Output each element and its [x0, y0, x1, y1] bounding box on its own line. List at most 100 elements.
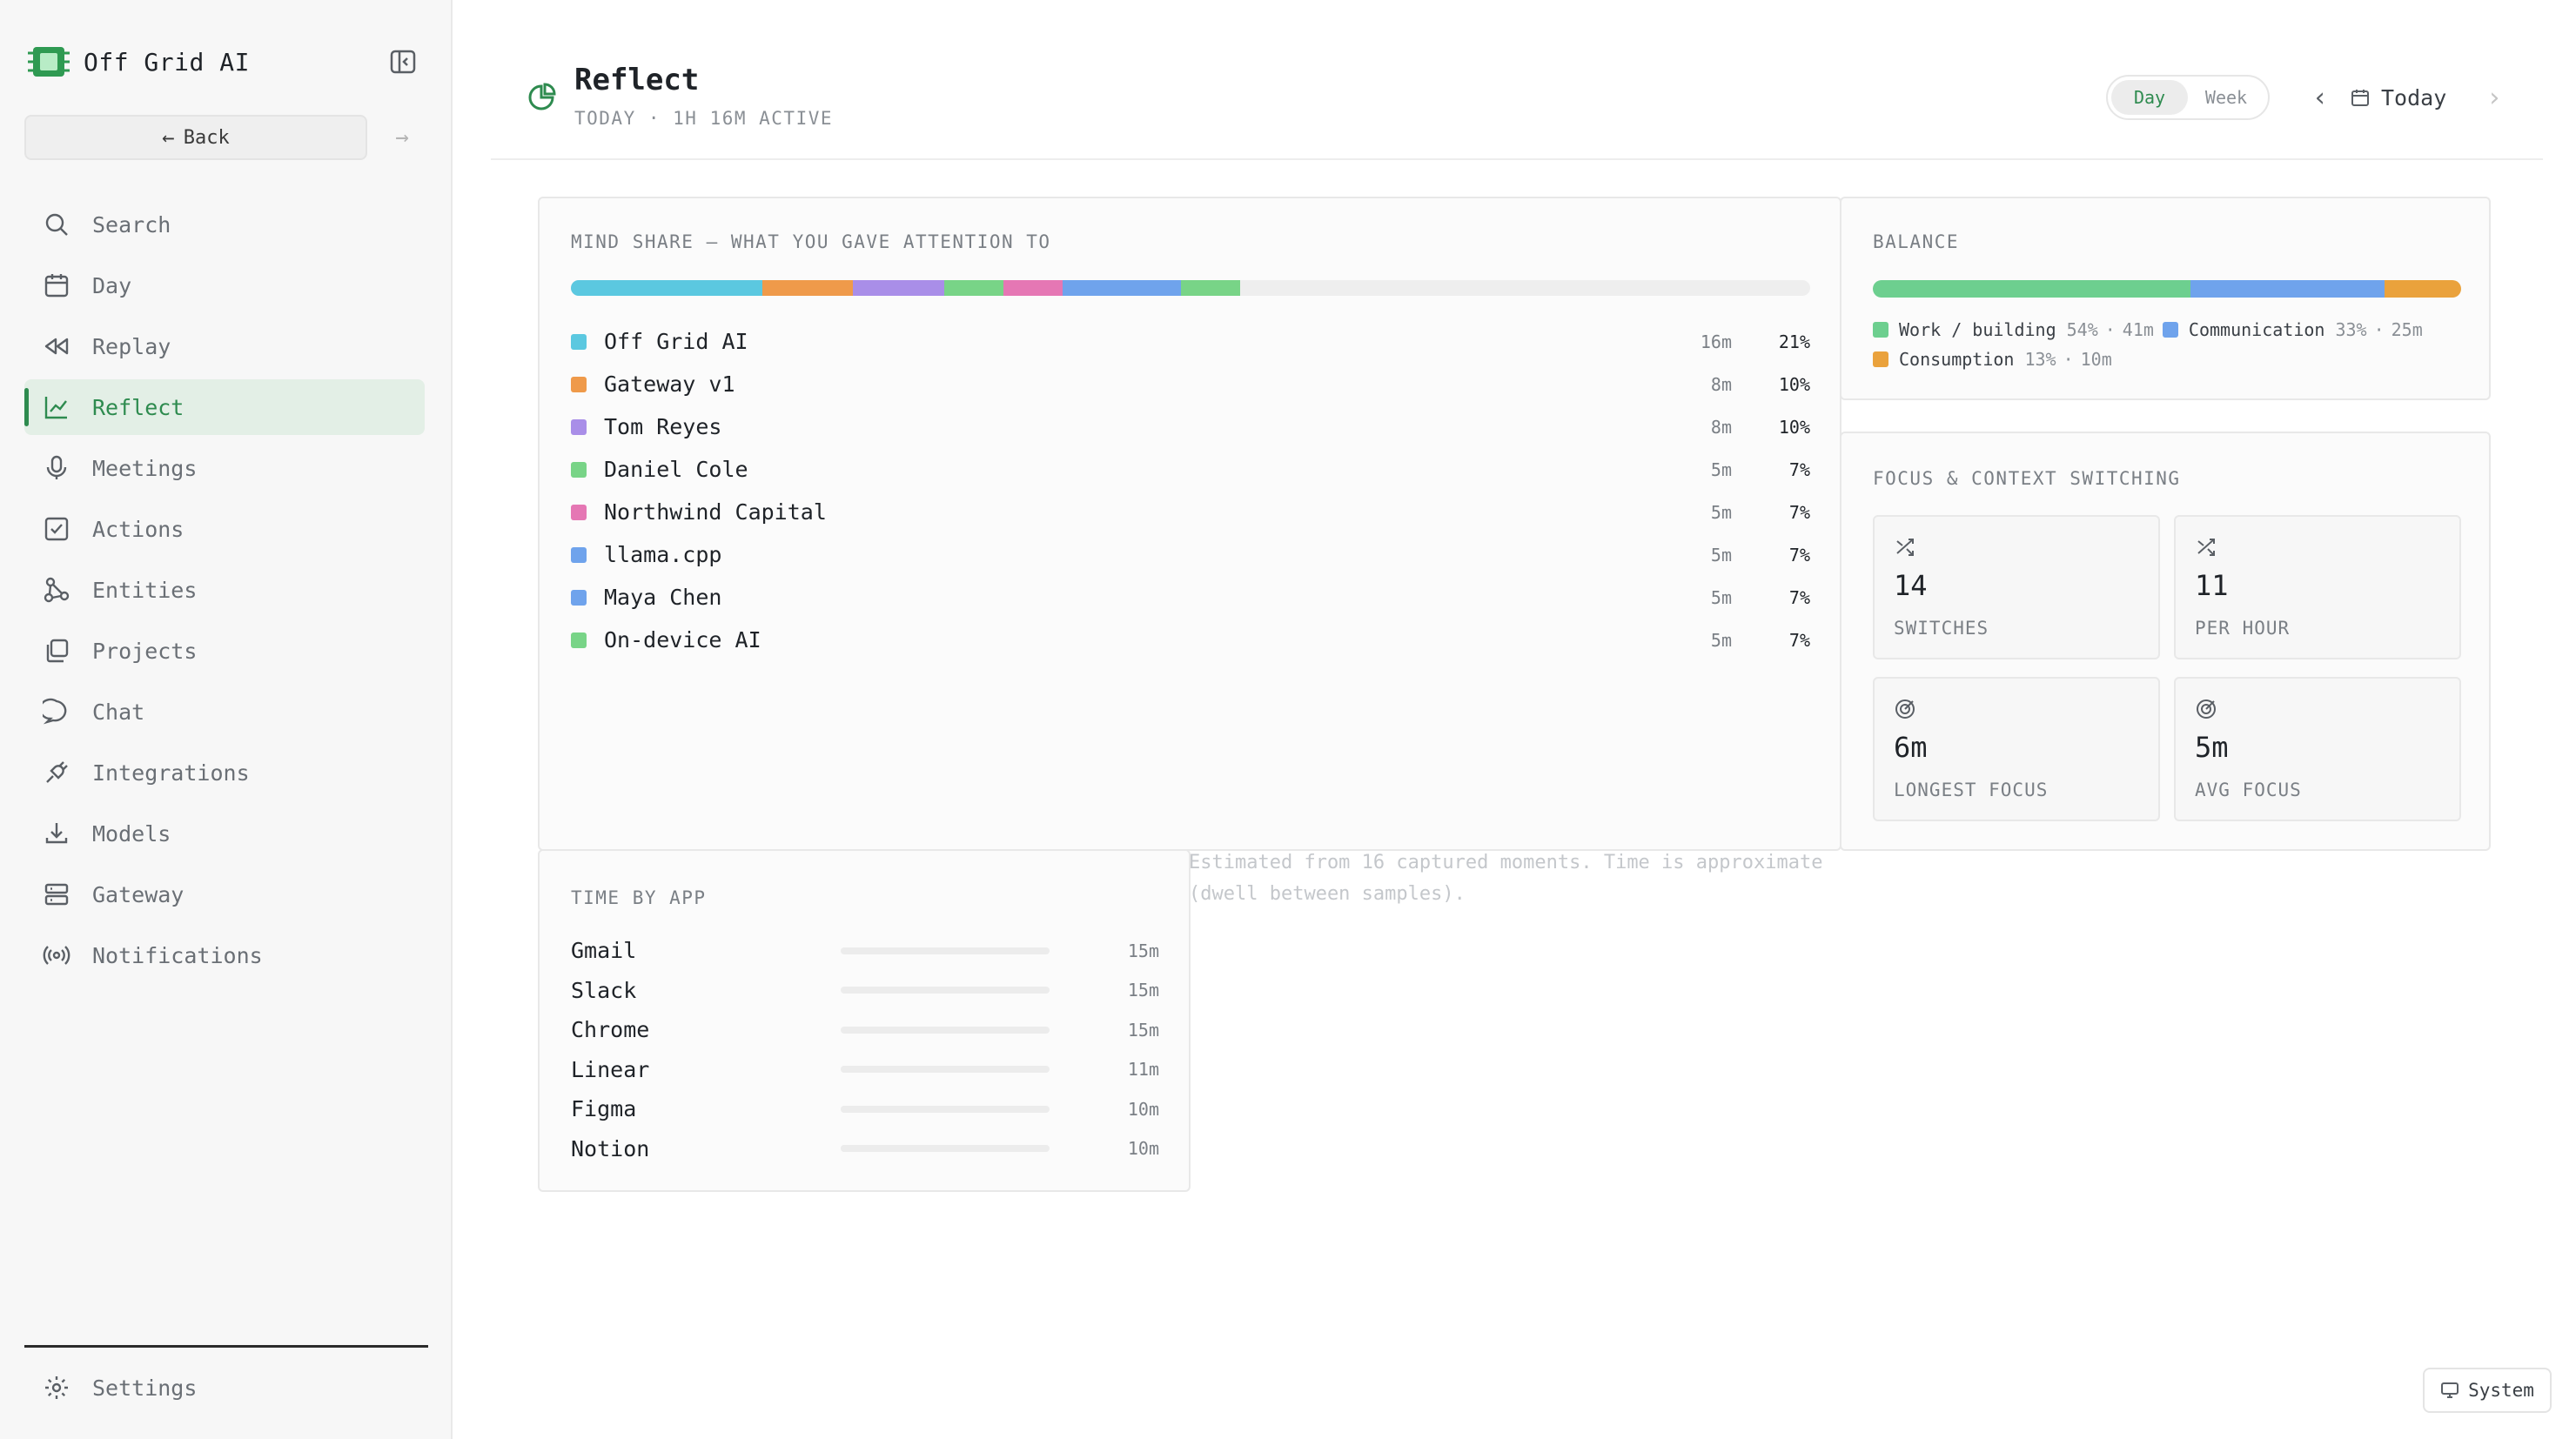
time-by-app-title: TIME BY APP [571, 887, 707, 908]
topic-name: On-device AI [604, 627, 761, 653]
stat-label: SWITCHES [1894, 618, 1989, 639]
view-day-button[interactable]: Day [2111, 80, 2188, 115]
back-button[interactable]: ← Back [24, 115, 367, 160]
legend-item: Work / building 54% · 41m [1873, 315, 2154, 345]
stat-value: 11 [2195, 569, 2229, 602]
color-swatch [571, 589, 587, 606]
topic-percent: 7% [1788, 544, 1810, 566]
color-swatch [571, 504, 587, 520]
list-item[interactable]: Off Grid AI 16m 21% [571, 320, 1810, 363]
sidebar-item-settings[interactable]: Settings [24, 1361, 425, 1415]
color-swatch [571, 546, 587, 563]
graph-nodes-icon [42, 575, 71, 605]
app-time-bar [841, 1105, 1050, 1113]
legend-minutes: 25m [2391, 319, 2423, 340]
sidebar-item-chat[interactable]: Chat [24, 684, 425, 740]
brand[interactable]: Off Grid AI [26, 40, 250, 84]
sidebar-item-label: Reflect [92, 394, 184, 420]
sidebar-item-label: Search [92, 211, 171, 238]
gear-icon [42, 1373, 71, 1402]
chart-line-icon [42, 392, 71, 422]
sidebar-item-replay[interactable]: Replay [24, 318, 425, 374]
app-time: 10m [1127, 1098, 1159, 1120]
sidebar-item-gateway[interactable]: Gateway [24, 867, 425, 922]
sidebar-item-label: Replay [92, 333, 171, 359]
legend-item: Communication 33% · 25m [2162, 315, 2423, 345]
time-by-app-card: TIME BY APP Gmail 15m Slack 15m Chrome 1… [538, 849, 1191, 1192]
sidebar-item-models[interactable]: Models [24, 806, 425, 861]
list-item[interactable]: Maya Chen 5m 7% [571, 576, 1810, 619]
sidebar-item-label: Integrations [92, 760, 250, 786]
list-item[interactable]: Gateway v1 8m 10% [571, 363, 1810, 405]
list-item[interactable]: Northwind Capital 5m 7% [571, 491, 1810, 533]
mind-share-title: MIND SHARE — WHAT YOU GAVE ATTENTION TO [571, 231, 1051, 252]
list-item[interactable]: llama.cpp 5m 7% [571, 533, 1810, 576]
broadcast-icon [42, 940, 71, 970]
collapse-sidebar-icon[interactable] [388, 47, 418, 77]
chevron-right-icon[interactable]: › [2479, 82, 2510, 113]
app-time-bar [841, 1026, 1050, 1034]
topic-name: Northwind Capital [604, 499, 827, 525]
app-time-fill [841, 987, 1050, 994]
app-time-bar [841, 1066, 1050, 1074]
sidebar-item-label: Entities [92, 577, 198, 603]
topic-percent: 7% [1788, 586, 1810, 608]
sidebar-item-projects[interactable]: Projects [24, 623, 425, 679]
theme-system-button[interactable]: System [2423, 1368, 2552, 1413]
back-label: Back [183, 126, 230, 149]
sidebar-item-day[interactable]: Day [24, 258, 425, 313]
balance-bar [1873, 280, 2461, 298]
today-button[interactable]: Today [2350, 78, 2446, 117]
chevron-left-icon[interactable]: ‹ [2304, 82, 2336, 113]
topic-percent: 10% [1778, 416, 1810, 438]
app-time: 15m [1127, 1019, 1159, 1041]
sidebar-item-reflect[interactable]: Reflect [24, 379, 425, 435]
topic-percent: 7% [1788, 458, 1810, 480]
list-item[interactable]: Tom Reyes 8m 10% [571, 405, 1810, 448]
checkbox-icon [42, 514, 71, 544]
topic-name: Gateway v1 [604, 371, 735, 397]
stat-value: 6m [1894, 731, 1928, 764]
color-swatch [571, 461, 587, 478]
sidebar: Off Grid AI ← Back → Search Day Replay R… [0, 0, 453, 1439]
sidebar-item-notifications[interactable]: Notifications [24, 927, 425, 983]
stat-switches: 14 SWITCHES [1873, 515, 2160, 659]
sidebar-item-label: Meetings [92, 455, 198, 481]
list-item[interactable]: Daniel Cole 5m 7% [571, 448, 1810, 491]
stat-avg-focus: 5m AVG FOCUS [2174, 677, 2461, 821]
estimate-note: Estimated from 16 captured moments. Time… [1189, 852, 1823, 905]
sidebar-item-integrations[interactable]: Integrations [24, 745, 425, 800]
legend-label: Communication [2188, 319, 2325, 340]
list-item[interactable]: On-device AI 5m 7% [571, 619, 1810, 661]
table-row: Figma 10m [571, 1089, 1159, 1129]
view-week-button[interactable]: Week [2188, 80, 2264, 115]
focus-card: FOCUS & CONTEXT SWITCHING 14 SWITCHES 11… [1840, 432, 2491, 851]
sidebar-item-entities[interactable]: Entities [24, 562, 425, 618]
forward-arrow-icon[interactable]: → [386, 122, 418, 153]
app-time-fill [841, 1105, 981, 1113]
topic-minutes: 5m [1710, 544, 1732, 566]
sidebar-item-actions[interactable]: Actions [24, 501, 425, 557]
shuffle-icon [2197, 539, 2215, 556]
stat-label: AVG FOCUS [2195, 780, 2302, 800]
sidebar-item-label: Notifications [92, 942, 263, 968]
topic-name: Daniel Cole [604, 457, 748, 482]
legend-minutes: 41m [2122, 319, 2154, 340]
mind-share-segment [1063, 280, 1123, 296]
server-icon [42, 880, 71, 909]
stat-label: PER HOUR [2195, 618, 2291, 639]
sidebar-item-label: Chat [92, 699, 145, 725]
mind-share-segment [1181, 280, 1241, 296]
stat-per-hour: 11 PER HOUR [2174, 515, 2461, 659]
topic-name: Off Grid AI [604, 329, 748, 354]
color-swatch [571, 632, 587, 648]
color-swatch [571, 418, 587, 435]
sidebar-item-search[interactable]: Search [24, 197, 425, 252]
sidebar-item-meetings[interactable]: Meetings [24, 440, 425, 496]
sidebar-item-label: Projects [92, 638, 198, 664]
stat-value: 5m [2195, 731, 2229, 764]
settings-label: Settings [92, 1375, 198, 1401]
balance-segment [2190, 280, 2385, 298]
topic-percent: 21% [1778, 331, 1810, 352]
app-time-bar [841, 947, 1050, 954]
